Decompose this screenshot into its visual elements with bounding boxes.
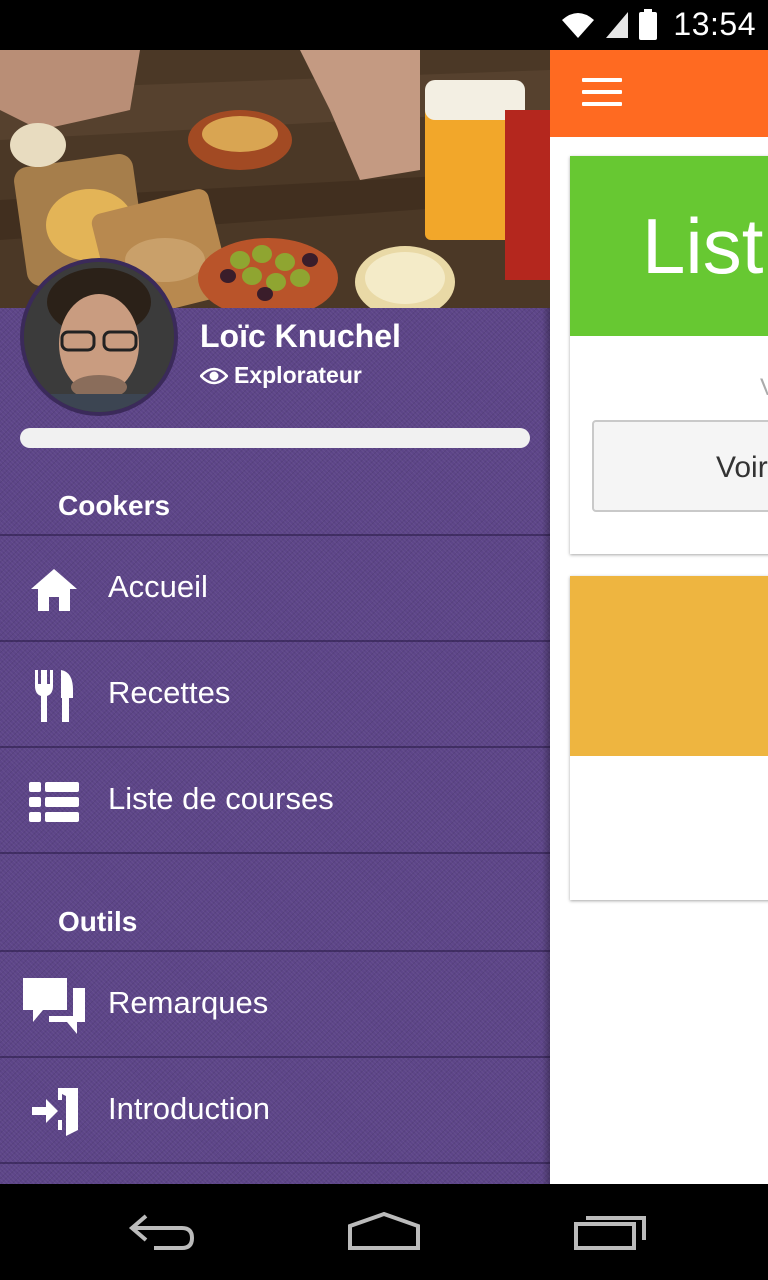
- wifi-icon: [562, 13, 594, 38]
- progress-bar: [20, 428, 530, 448]
- system-navigation-bar: [0, 1184, 768, 1280]
- card-subtitle: V: [760, 374, 768, 402]
- app-toolbar: [550, 50, 768, 137]
- section-title-cookers: Cookers: [58, 490, 171, 521]
- menu-item-remarques[interactable]: Remarques: [0, 950, 550, 1056]
- status-time: 13:54: [673, 6, 756, 42]
- second-card: [570, 576, 768, 900]
- list-icon: [24, 772, 84, 832]
- battery-icon: [639, 9, 657, 40]
- recent-apps-icon[interactable]: [570, 1210, 650, 1254]
- signal-icon: [606, 12, 628, 38]
- fork-knife-icon: [24, 666, 84, 726]
- section-title-outils: Outils: [58, 906, 138, 937]
- user-role-label: Explorateur: [234, 362, 362, 388]
- status-icons: [560, 8, 658, 42]
- navigation-drawer: Loïc Knuchel Explorateur Cookers Accueil…: [0, 50, 550, 1184]
- view-button[interactable]: Voir: [592, 420, 768, 512]
- menu-item-accueil[interactable]: Accueil: [0, 534, 550, 640]
- menu-item-label: Recettes: [108, 675, 231, 710]
- avatar[interactable]: [20, 258, 178, 416]
- comments-icon: [20, 976, 88, 1036]
- menu-item-label: Remarques: [108, 985, 269, 1020]
- user-photo-image: [24, 262, 174, 412]
- menu-item-label: Introduction: [108, 1091, 270, 1126]
- sign-in-icon: [24, 1082, 84, 1142]
- home-icon: [24, 560, 84, 620]
- card-header: [570, 576, 768, 756]
- user-role: Explorateur: [200, 362, 362, 389]
- divider: [0, 1162, 550, 1164]
- menu-item-recettes[interactable]: Recettes: [0, 640, 550, 746]
- card-title: List: [570, 156, 768, 336]
- back-icon[interactable]: [120, 1210, 200, 1254]
- menu-item-introduction[interactable]: Introduction: [0, 1056, 550, 1162]
- shopping-list-card: List V Voir: [570, 156, 768, 554]
- divider: [0, 852, 550, 854]
- menu-item-label: Accueil: [108, 569, 208, 604]
- menu-icon[interactable]: [582, 78, 622, 108]
- eye-icon: [200, 367, 228, 384]
- home-nav-icon[interactable]: [344, 1210, 424, 1254]
- menu-item-liste-de-courses[interactable]: Liste de courses: [0, 746, 550, 852]
- status-bar: 13:54: [0, 0, 768, 50]
- user-name: Loïc Knuchel: [200, 318, 401, 354]
- menu-item-label: Liste de courses: [108, 781, 334, 816]
